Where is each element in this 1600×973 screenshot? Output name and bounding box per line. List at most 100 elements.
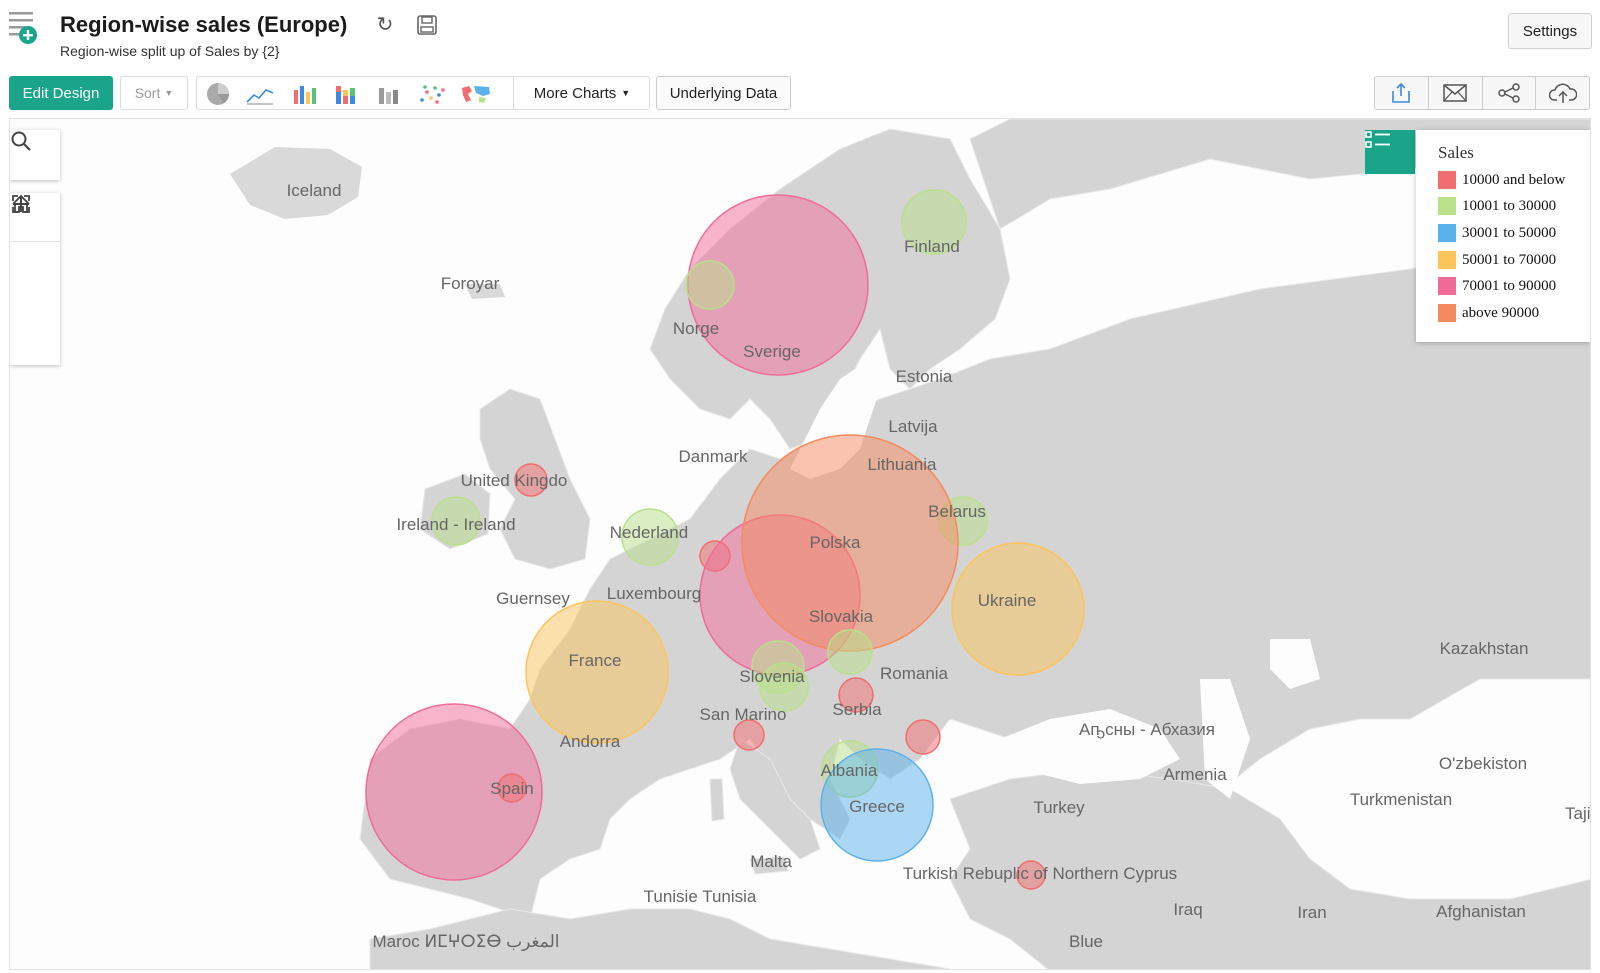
map-label: Ukraine — [977, 591, 1037, 610]
grouped-bar-chart-icon[interactable] — [374, 82, 404, 106]
fit-extent-icon[interactable] — [10, 195, 60, 284]
underlying-data-button[interactable]: Underlying Data — [656, 76, 791, 110]
geo-map-chart-icon[interactable] — [459, 82, 490, 106]
map-label: Andorra — [559, 732, 621, 751]
legend-swatch — [1438, 277, 1456, 295]
map-label: Norge — [672, 319, 720, 338]
legend-item[interactable]: 10001 to 30000 — [1438, 196, 1556, 216]
map-label: Blue — [1068, 932, 1104, 951]
map-label: Nederland — [609, 523, 689, 542]
more-charts-label: More Charts — [533, 84, 617, 102]
map-label: Afghanistan — [1436, 902, 1526, 921]
map-label: Slovakia — [808, 607, 874, 626]
map-label: Estonia — [895, 367, 953, 386]
map-label: Аҧсны - Абхазия — [1079, 720, 1215, 739]
zoom-out-icon[interactable] — [10, 203, 60, 368]
map-label: Finland — [904, 237, 960, 256]
chart-type-toolbar: More Charts ▼ — [196, 76, 650, 110]
legend-item[interactable]: 70001 to 90000 — [1438, 276, 1556, 296]
cloud-upload-icon[interactable] — [1536, 77, 1589, 109]
zoom-in-icon[interactable] — [10, 196, 60, 326]
legend-item-label: 10001 to 30000 — [1462, 197, 1557, 214]
share-icon[interactable] — [1483, 77, 1537, 109]
legend-swatch — [1438, 251, 1456, 269]
map-label: Turkish Rebuplic of Northern Cyprus — [902, 864, 1178, 883]
map-label: Kazakhstan — [1439, 639, 1529, 658]
bubble-hungary — [827, 629, 873, 675]
map-label: Turkmenistan — [1349, 790, 1453, 809]
report-title: Region-wise sales (Europe) — [60, 12, 348, 37]
save-icon[interactable] — [417, 15, 437, 35]
map-label: Serbia — [832, 700, 882, 719]
legend-item[interactable]: 10000 and below — [1438, 170, 1565, 190]
map-zoom-controls — [10, 193, 60, 365]
map-label: Greece — [849, 797, 905, 816]
map-label: Polska — [809, 533, 861, 552]
edit-design-button[interactable]: Edit Design — [9, 76, 113, 110]
sort-dropdown[interactable]: Sort ▼ — [120, 76, 188, 110]
map-label: Romania — [879, 664, 949, 683]
share-toolbar — [1374, 76, 1590, 110]
legend-swatch — [1438, 304, 1456, 322]
map-label: Iraq — [1173, 900, 1203, 919]
search-icon — [11, 131, 31, 151]
legend-swatch — [1438, 224, 1456, 242]
export-icon[interactable] — [1375, 77, 1429, 109]
legend-list-icon — [1365, 131, 1390, 148]
more-charts-dropdown[interactable]: More Charts ▼ — [513, 77, 650, 109]
map-label: Iran — [1297, 903, 1327, 922]
legend-item[interactable]: 50001 to 70000 — [1438, 250, 1556, 270]
legend-item-label: 10000 and below — [1462, 171, 1566, 188]
map-canvas — [230, 119, 1590, 969]
map-label: Albania — [820, 761, 878, 780]
map-label: O'zbekiston — [1438, 754, 1528, 773]
map-label: Malta — [750, 852, 792, 871]
map-label: Foroyar — [440, 274, 500, 293]
reload-icon[interactable]: ↻ — [374, 14, 396, 36]
bar-chart-icon[interactable] — [289, 82, 319, 106]
legend-item[interactable]: 30001 to 50000 — [1438, 223, 1556, 243]
map-label: Spain — [490, 779, 534, 798]
map-label: Tajik — [1564, 804, 1591, 823]
report-list-add-icon[interactable] — [9, 10, 39, 46]
chevron-down-icon: ▼ — [621, 88, 631, 98]
legend-panel: Sales 10000 and below 10001 to 30000 300… — [1416, 130, 1590, 342]
map-label: United Kingdo — [460, 471, 568, 490]
stacked-bar-chart-icon[interactable] — [331, 82, 361, 106]
map-label: Belarus — [928, 502, 986, 521]
map-label: Maroc ⵍⵎⵖⵔⵉⴱ المغرب — [372, 932, 560, 951]
settings-button[interactable]: Settings — [1508, 13, 1592, 49]
map-label: San Marino — [699, 705, 787, 724]
map-label: France — [568, 651, 622, 670]
chevron-down-icon: ▼ — [164, 88, 174, 98]
legend-toggle-button[interactable] — [1365, 130, 1415, 174]
legend-item-label: 30001 to 50000 — [1462, 224, 1557, 241]
legend-item[interactable]: above 90000 — [1438, 303, 1539, 323]
legend-swatch — [1438, 197, 1456, 215]
map-label: Danmark — [678, 447, 748, 466]
map-label: Armenia — [1163, 765, 1227, 784]
legend-title: Sales — [1438, 143, 1474, 162]
map-label: Ireland - Ireland — [396, 515, 516, 534]
email-icon[interactable] — [1429, 77, 1483, 109]
europe-bubble-map[interactable]: Iceland Foroyar Norge Sverige Finland Es… — [9, 118, 1591, 970]
legend-item-label: 70001 to 90000 — [1462, 277, 1557, 294]
map-label: Iceland — [286, 181, 342, 200]
map-label: Luxembourg — [606, 584, 702, 603]
map-label: Sverige — [743, 342, 801, 361]
bubble-bulgaria — [905, 719, 941, 755]
map-label: Tunisie Tunisia — [643, 887, 757, 906]
map-label: Slovenia — [739, 667, 805, 686]
map-label: Guernsey — [496, 589, 570, 608]
map-search-button[interactable] — [10, 130, 60, 180]
bubble-france — [525, 600, 669, 744]
legend-swatch — [1438, 171, 1456, 189]
map-label: Latvija — [888, 417, 938, 436]
scatter-chart-icon[interactable] — [417, 82, 447, 106]
legend-item-label: 50001 to 70000 — [1462, 251, 1557, 268]
pie-chart-icon[interactable] — [203, 82, 233, 106]
line-chart-icon[interactable] — [245, 82, 275, 106]
legend-item-label: above 90000 — [1462, 304, 1540, 321]
map-label: Lithuania — [867, 455, 937, 474]
report-subtitle: Region-wise split up of Sales by {2} — [60, 43, 280, 59]
